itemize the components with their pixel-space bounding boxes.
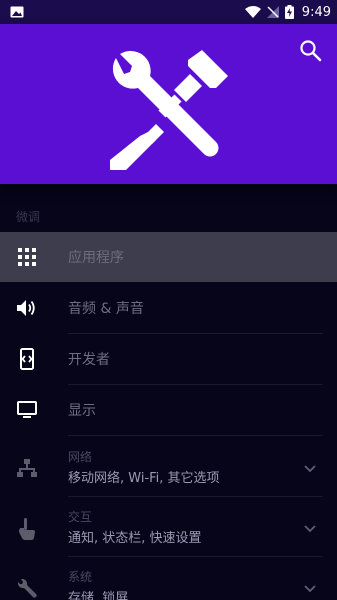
apps-grid-icon [16,246,38,268]
menu-item-label: 开发者 [68,352,110,368]
menu-item-subtitle: 通知, 状态栏, 快速设置 [68,531,202,546]
chevron-down-icon[interactable] [302,520,318,536]
chevron-down-icon[interactable] [302,580,318,596]
menu-item-label: 音频 & 声音 [68,301,144,317]
menu-item-display[interactable]: 显示 [0,385,337,435]
divider [68,556,323,557]
wifi-icon [244,6,261,18]
touch-icon [16,518,38,540]
search-icon[interactable] [298,38,324,64]
wrench-icon [16,578,38,600]
tools-wrench-screwdriver-icon [110,50,228,170]
volume-icon [16,297,38,319]
network-icon [16,458,38,480]
menu-item-network[interactable]: 网络 移动网络, Wi-Fi, 其它选项 [0,440,337,496]
menu-item-label: 显示 [68,403,96,419]
section-header: 微调 [16,210,41,224]
menu-item-system[interactable]: 系统 存储, 锁屏 [0,560,337,600]
menu-item-developer[interactable]: 开发者 [0,334,337,384]
menu-item-interaction[interactable]: 交互 通知, 状态栏, 快速设置 [0,500,337,556]
status-bar: 9:49 [0,0,337,24]
menu-item-subtitle: 存储, 锁屏 [68,591,129,600]
menu-item-subtitle: 移动网络, Wi-Fi, 其它选项 [68,471,220,486]
menu-item-title: 网络 [68,450,93,464]
menu-item-label: 应用程序 [68,250,124,266]
image-notification-icon [10,6,24,18]
battery-charging-icon [284,5,294,19]
developer-phone-icon [16,348,38,370]
monitor-icon [16,399,38,421]
menu-item-title: 交互 [68,510,93,524]
divider [68,496,323,497]
menu-item-title: 系统 [68,570,93,584]
clock: 9:49 [301,4,331,20]
chevron-down-icon[interactable] [302,460,318,476]
menu-item-apps[interactable]: 应用程序 [0,232,337,282]
settings-list: 微调 应用程序 音频 & 声音 开发者 显示 网络 移动网络, Wi-Fi, 其… [0,184,337,600]
header-banner [0,24,337,184]
menu-item-audio[interactable]: 音频 & 声音 [0,283,337,333]
no-signal-icon [266,6,279,18]
divider [68,435,323,436]
